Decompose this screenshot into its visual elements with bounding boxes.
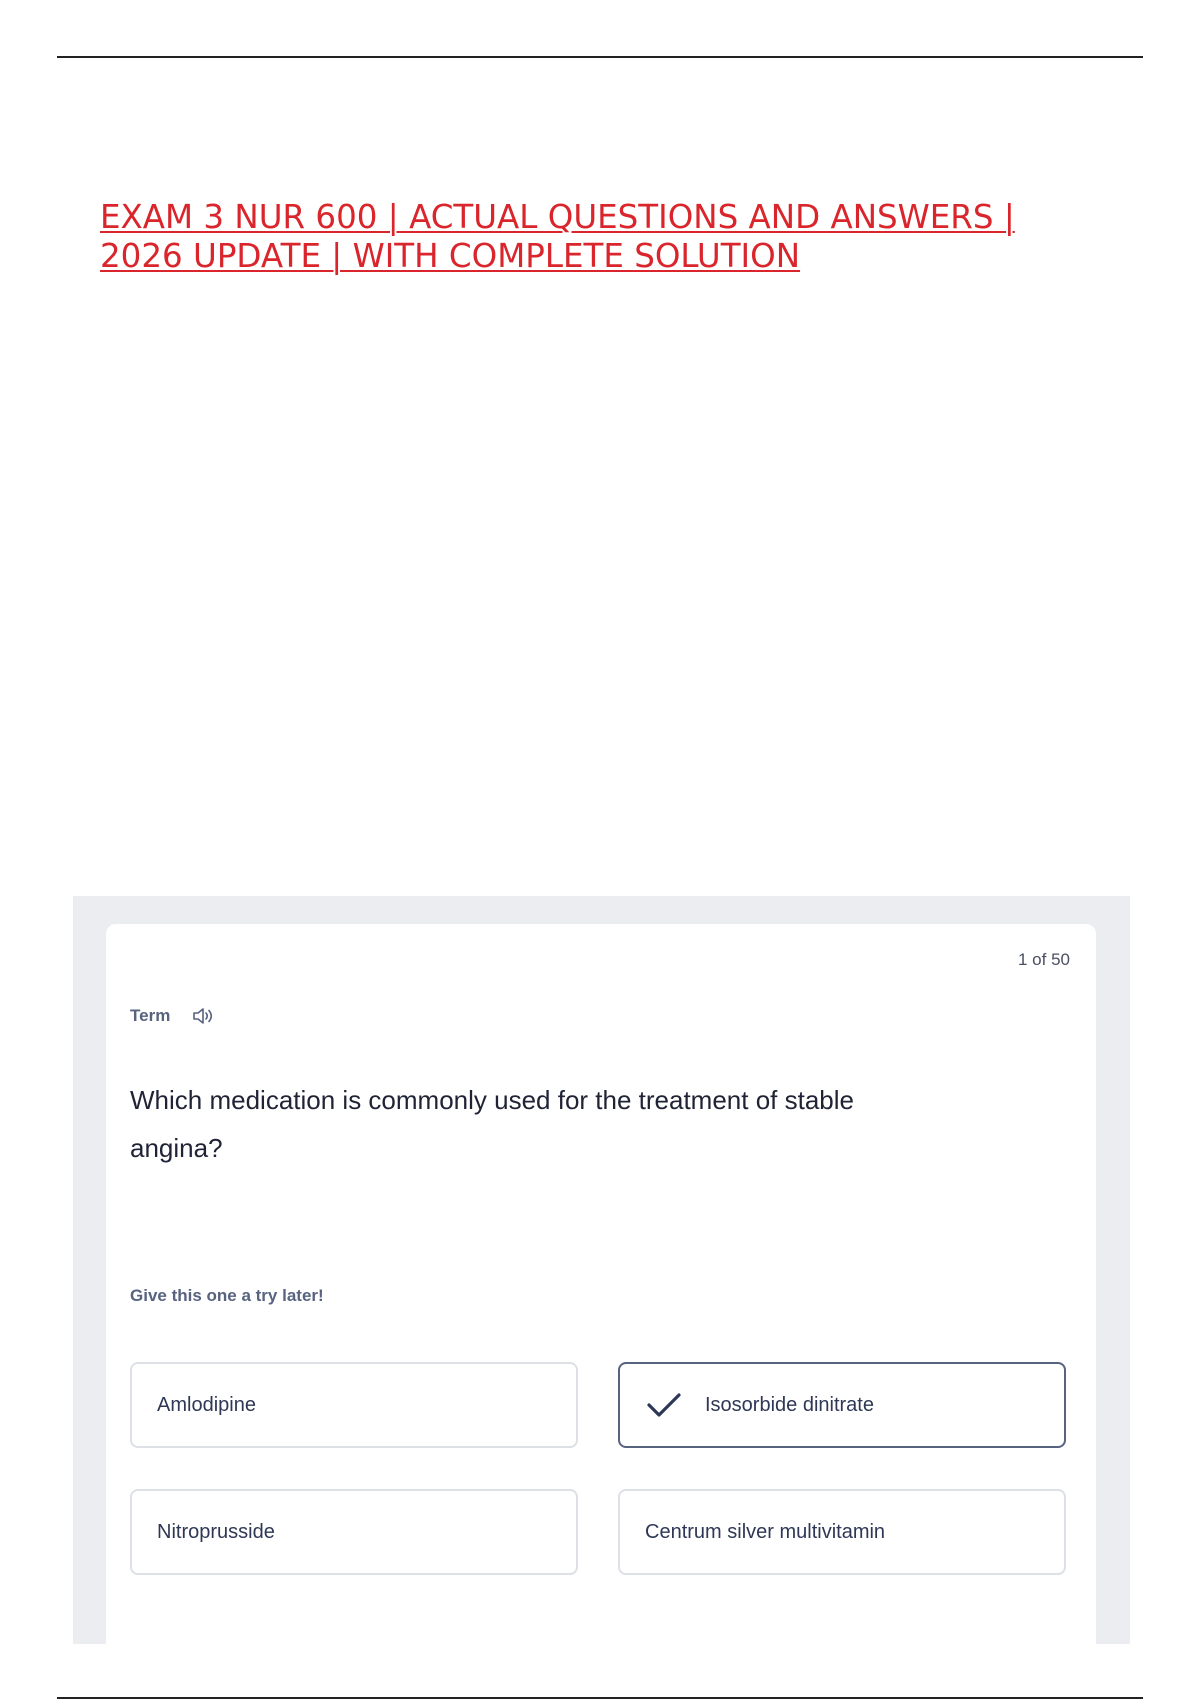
answer-option-amlodipine[interactable]: Amlodipine <box>130 1362 578 1448</box>
answer-option-label: Nitroprusside <box>157 1520 275 1543</box>
answer-option-label: Centrum silver multivitamin <box>645 1520 886 1543</box>
flashcard: 1 of 50 Term Which medication is commonl… <box>106 924 1096 1664</box>
top-rule <box>57 56 1143 58</box>
document-title-line-2: 2026 UPDATE | WITH COMPLETE SOLUTION <box>100 237 801 275</box>
answer-option-centrum-silver-multivitamin[interactable]: Centrum silver multivitamin <box>618 1489 1066 1575</box>
question-text: Which medication is commonly used for th… <box>130 1085 854 1163</box>
term-row: Term <box>130 1006 216 1026</box>
answer-option-label: Amlodipine <box>157 1393 256 1416</box>
bottom-rule <box>57 1697 1143 1699</box>
flashcard-screenshot: 1 of 50 Term Which medication is commonl… <box>73 896 1130 1664</box>
document-title-line-1: EXAM 3 NUR 600 | ACTUAL QUESTIONS AND AN… <box>100 198 1015 236</box>
speaker-icon[interactable] <box>192 1007 216 1025</box>
hint-text: Give this one a try later! <box>130 1286 324 1305</box>
term-label: Term <box>130 1006 171 1025</box>
answer-option-label: Isosorbide dinitrate <box>705 1393 874 1416</box>
document-title: EXAM 3 NUR 600 | ACTUAL QUESTIONS AND AN… <box>100 198 1060 276</box>
card-counter: 1 of 50 <box>1018 950 1070 969</box>
checkmark-icon <box>645 1390 683 1420</box>
answer-option-isosorbide-dinitrate[interactable]: Isosorbide dinitrate <box>618 1362 1066 1448</box>
answer-option-nitroprusside[interactable]: Nitroprusside <box>130 1489 578 1575</box>
